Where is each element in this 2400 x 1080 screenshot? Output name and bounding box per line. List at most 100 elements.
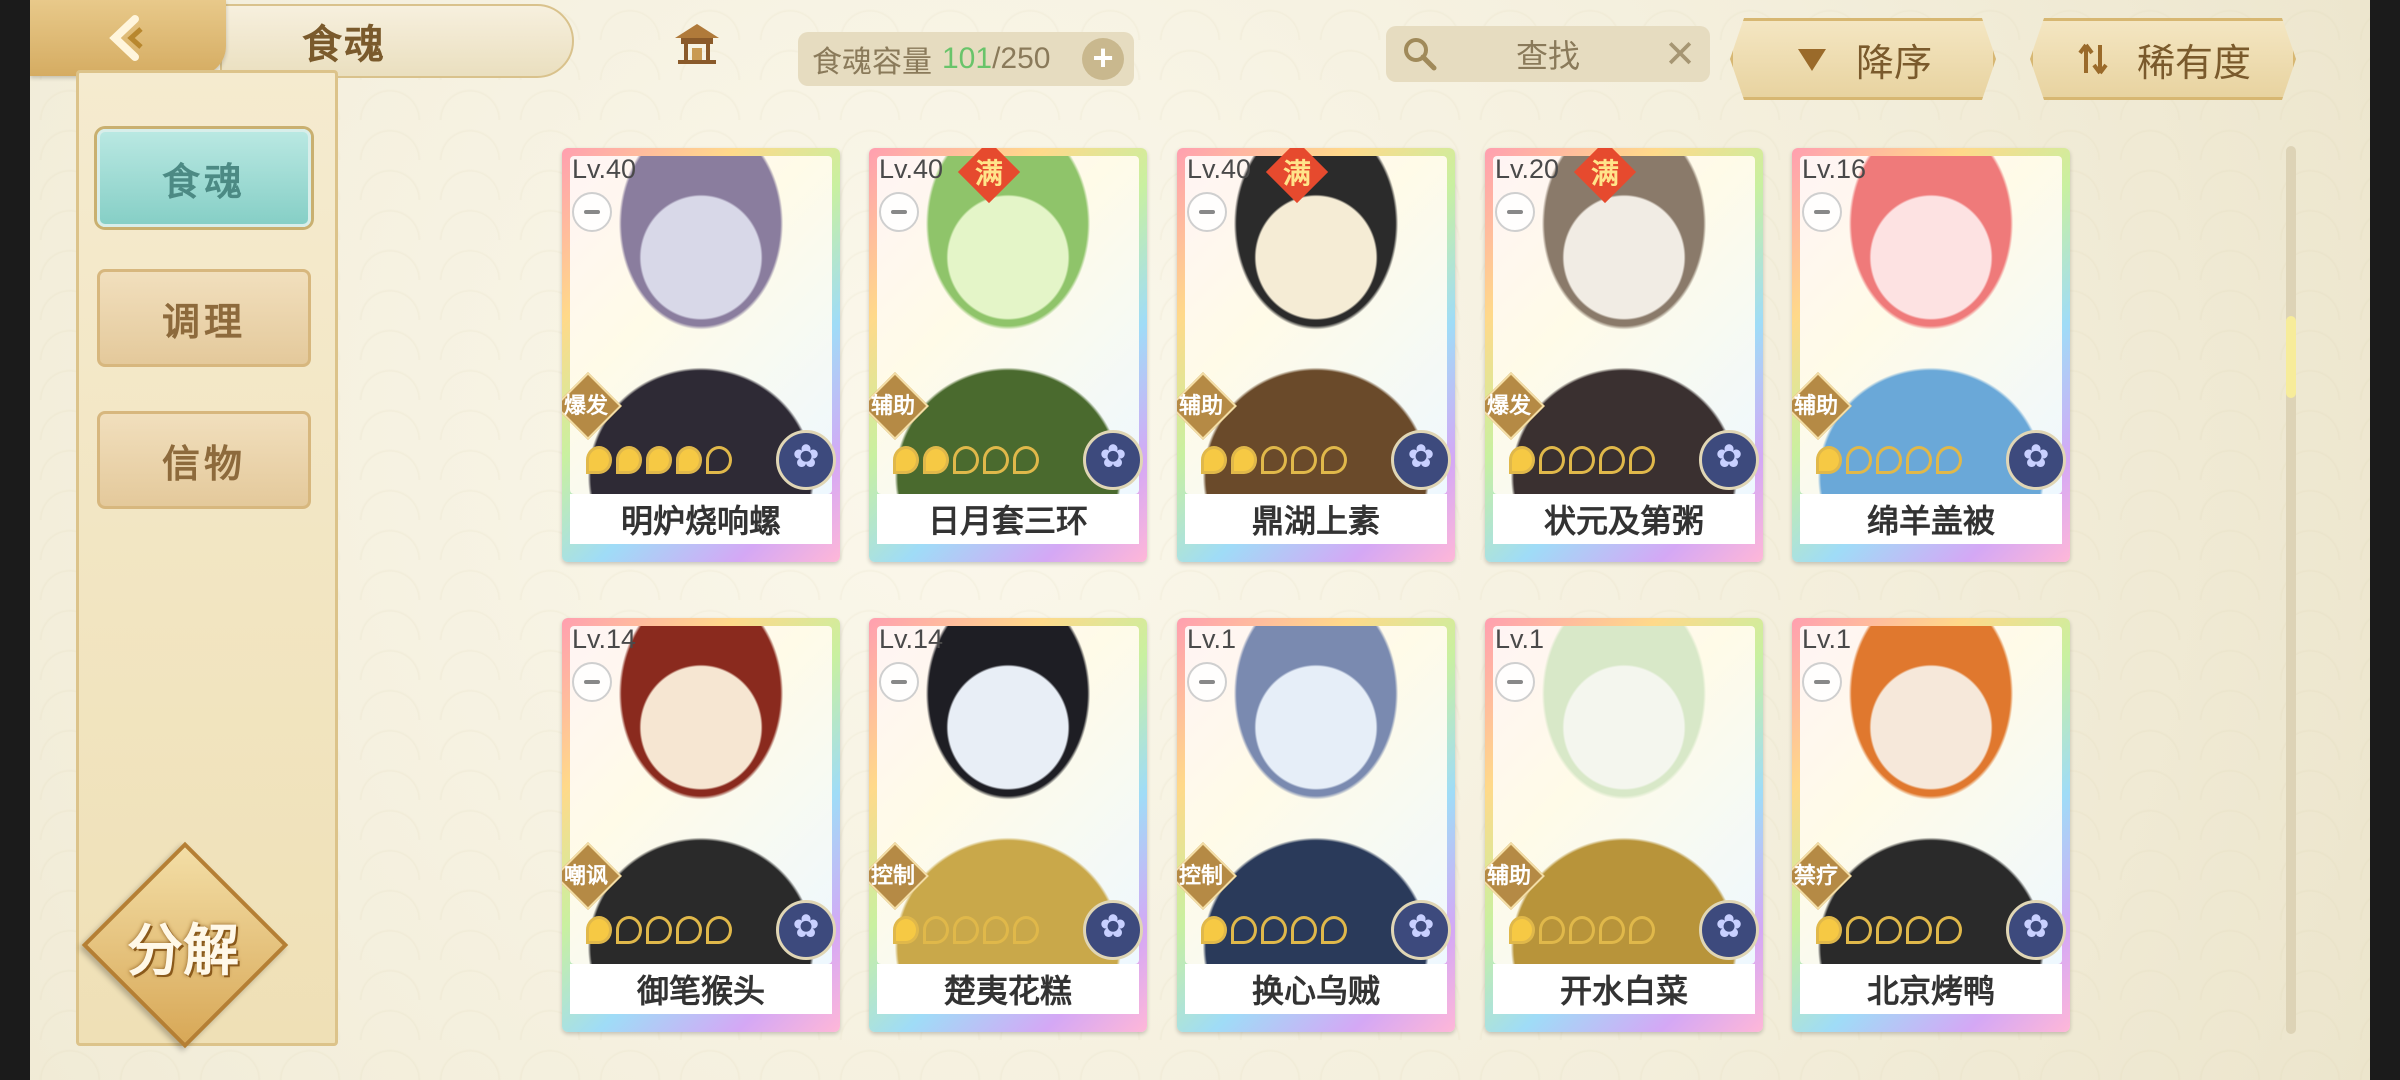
star-icon	[1013, 446, 1039, 474]
decompose-label[interactable]: 分解	[108, 906, 258, 987]
sort-order-button[interactable]: 降序	[1730, 18, 1996, 100]
star-icon	[1231, 916, 1257, 944]
star-icon	[616, 446, 642, 474]
card-level: Lv.1	[1495, 624, 1545, 654]
food-soul-card[interactable]: Lv.1 辅助开水白菜	[1485, 618, 1763, 1032]
card-name: 鼎湖上素	[1185, 494, 1447, 544]
star-icon	[1509, 446, 1535, 474]
star-icon	[1539, 916, 1565, 944]
food-soul-card[interactable]: Lv.14 嘲讽御笔猴头	[562, 618, 840, 1032]
lock-toggle-icon[interactable]	[1187, 662, 1227, 702]
lock-toggle-icon[interactable]	[879, 192, 919, 232]
lock-toggle-icon[interactable]	[1802, 192, 1842, 232]
card-name: 换心乌贼	[1185, 964, 1447, 1014]
card-level: Lv.40	[879, 154, 944, 184]
star-icon	[923, 916, 949, 944]
pavilion-icon[interactable]	[672, 20, 722, 66]
star-icon	[1816, 916, 1842, 944]
game-screen: 食魂 食魂容量 101 /250 + 查找 ✕ 降序 稀有度 食魂 调理 信物 …	[30, 0, 2370, 1080]
food-soul-card[interactable]: Lv.16 辅助绵羊盖被	[1792, 148, 2070, 562]
card-name: 开水白菜	[1493, 964, 1755, 1014]
tab-tokens[interactable]: 信物	[97, 411, 311, 509]
element-emblem-icon	[776, 900, 836, 960]
star-icon	[1906, 446, 1932, 474]
food-soul-card[interactable]: Lv.40 爆发明炉烧响螺	[562, 148, 840, 562]
back-arrow-icon	[109, 15, 143, 61]
lock-toggle-icon[interactable]	[1802, 662, 1842, 702]
star-rating	[1816, 916, 1962, 946]
card-level: Lv.1	[1802, 624, 1852, 654]
card-name: 绵羊盖被	[1800, 494, 2062, 544]
star-icon	[1599, 916, 1625, 944]
lock-toggle-icon[interactable]	[572, 662, 612, 702]
element-emblem-icon	[1391, 900, 1451, 960]
card-name: 楚夷花糕	[877, 964, 1139, 1014]
scroll-thumb[interactable]	[2286, 316, 2296, 398]
capacity-total: /250	[992, 42, 1051, 75]
star-icon	[1013, 916, 1039, 944]
lock-toggle-icon[interactable]	[1495, 662, 1535, 702]
star-icon	[923, 446, 949, 474]
element-emblem-icon	[1083, 900, 1143, 960]
star-icon	[706, 916, 732, 944]
star-icon	[646, 446, 672, 474]
star-icon	[983, 916, 1009, 944]
star-icon	[586, 916, 612, 944]
star-icon	[1599, 446, 1625, 474]
star-rating	[1201, 446, 1347, 476]
star-icon	[1936, 446, 1962, 474]
star-icon	[1816, 446, 1842, 474]
card-level: Lv.40	[1187, 154, 1252, 184]
role-label: 爆发	[1486, 393, 1531, 418]
star-icon	[1201, 446, 1227, 474]
sort-key-label: 稀有度	[2136, 42, 2251, 85]
star-icon	[586, 446, 612, 474]
star-rating	[1509, 446, 1655, 476]
star-icon	[1569, 916, 1595, 944]
role-label: 控制	[1178, 863, 1223, 888]
star-icon	[1629, 446, 1655, 474]
star-icon	[1231, 446, 1257, 474]
star-icon	[893, 916, 919, 944]
card-level: Lv.14	[879, 624, 944, 654]
element-emblem-icon	[2006, 900, 2066, 960]
star-rating	[586, 916, 732, 946]
star-icon	[1201, 916, 1227, 944]
tab-recipes[interactable]: 调理	[97, 269, 311, 367]
star-icon	[616, 916, 642, 944]
food-soul-card[interactable]: Lv.1 禁疗北京烤鸭	[1792, 618, 2070, 1032]
food-soul-card[interactable]: Lv.1 控制换心乌贼	[1177, 618, 1455, 1032]
star-rating	[893, 446, 1039, 476]
element-emblem-icon	[1699, 900, 1759, 960]
food-soul-card[interactable]: Lv.20 满爆发状元及第粥	[1485, 148, 1763, 562]
maxed-badge-label: 满	[1282, 158, 1311, 189]
food-soul-card[interactable]: Lv.14 控制楚夷花糕	[869, 618, 1147, 1032]
star-icon	[1569, 446, 1595, 474]
capacity-add-button[interactable]: +	[1082, 38, 1124, 80]
role-label: 禁疗	[1793, 863, 1838, 888]
back-button[interactable]	[30, 0, 226, 76]
card-level: Lv.14	[572, 624, 637, 654]
element-emblem-icon	[776, 430, 836, 490]
star-rating	[1816, 446, 1962, 476]
card-name: 御笔猴头	[570, 964, 832, 1014]
sort-order-label: 降序	[1855, 42, 1932, 85]
tab-food-souls[interactable]: 食魂	[97, 129, 311, 227]
lock-toggle-icon[interactable]	[1495, 192, 1535, 232]
star-rating	[1509, 916, 1655, 946]
role-label: 辅助	[1178, 393, 1223, 418]
search-box[interactable]: 查找 ✕	[1386, 26, 1710, 82]
lock-toggle-icon[interactable]	[572, 192, 612, 232]
food-soul-card[interactable]: Lv.40 满辅助日月套三环	[869, 148, 1147, 562]
star-icon	[1936, 916, 1962, 944]
page-title: 食魂	[302, 23, 386, 67]
lock-toggle-icon[interactable]	[879, 662, 919, 702]
scrollbar[interactable]	[2286, 146, 2296, 1034]
star-icon	[646, 916, 672, 944]
element-emblem-icon	[1083, 430, 1143, 490]
capacity-display: 食魂容量 101 /250 +	[798, 32, 1134, 86]
sort-key-button[interactable]: 稀有度	[2030, 18, 2296, 100]
lock-toggle-icon[interactable]	[1187, 192, 1227, 232]
clear-search-icon[interactable]: ✕	[1664, 32, 1696, 77]
food-soul-card[interactable]: Lv.40 满辅助鼎湖上素	[1177, 148, 1455, 562]
